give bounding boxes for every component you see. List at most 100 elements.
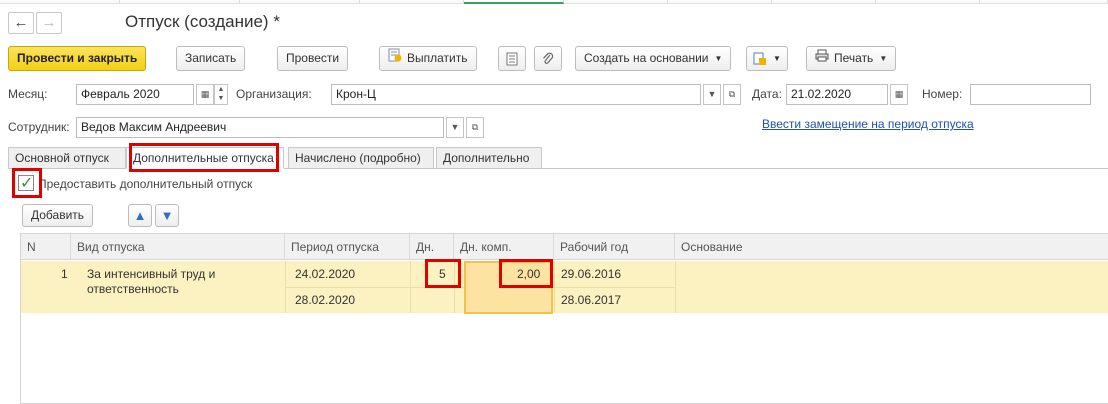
save-button[interactable]: Записать	[176, 46, 246, 71]
post-and-close-label: Провести и закрыть	[17, 51, 138, 65]
move-down-button[interactable]: ▼	[155, 204, 179, 227]
save-label: Записать	[185, 51, 237, 65]
print-button[interactable]: Печать ▼	[806, 46, 897, 71]
add-label: Добавить	[31, 208, 85, 222]
add-button[interactable]: Добавить	[22, 204, 94, 227]
pay-label: Выплатить	[407, 51, 468, 65]
employee-open-button[interactable]: ⧉	[466, 117, 484, 138]
date-calendar-button[interactable]: ▦	[890, 84, 908, 105]
tab-label: Начислено (подробно)	[295, 151, 421, 165]
provide-extra-leave-label: Предоставить дополнительный отпуск	[38, 177, 253, 191]
column-header-period[interactable]: Период отпуска	[285, 234, 410, 260]
employee-dropdown-button[interactable]: ▼	[446, 117, 464, 138]
date-field[interactable]: 21.02.2020	[786, 84, 888, 105]
tab-label: Основной отпуск	[15, 151, 109, 165]
number-label: Номер:	[922, 87, 963, 101]
table-header: N Вид отпуска Период отпуска Дн. Дн. ком…	[21, 234, 1108, 260]
period-end[interactable]: 28.02.2020	[295, 293, 355, 307]
number-field[interactable]	[970, 84, 1091, 105]
column-header-comp-days[interactable]: Дн. комп.	[454, 234, 554, 260]
document-list-button[interactable]	[498, 46, 526, 71]
date-label: Дата:	[752, 87, 782, 101]
work-year-end[interactable]: 28.06.2017	[561, 293, 621, 307]
pay-document-icon	[388, 47, 402, 70]
chevron-down-icon: ▼	[714, 54, 723, 64]
month-label: Месяц:	[8, 87, 48, 101]
tab-main-leave[interactable]: Основной отпуск	[8, 147, 126, 169]
column-header-work-year[interactable]: Рабочий год	[554, 234, 675, 260]
attach-button[interactable]	[534, 46, 562, 71]
organization-dropdown-button[interactable]: ▼	[703, 84, 721, 105]
open-icon: ⧉	[728, 89, 736, 99]
move-up-button[interactable]: ▲	[128, 204, 152, 227]
title-bar: ← → Отпуск (создание) *	[0, 8, 1108, 38]
chevron-down-icon: ▼	[707, 89, 717, 99]
employee-field[interactable]: Ведов Максим Андреевич	[76, 117, 444, 138]
pay-button[interactable]: Выплатить	[379, 46, 477, 71]
column-header-days[interactable]: Дн.	[410, 234, 454, 260]
tab-accrued-details[interactable]: Начислено (подробно)	[288, 147, 434, 169]
work-year-start[interactable]: 29.06.2016	[561, 267, 621, 281]
top-tab-strip	[0, 0, 1108, 4]
employee-label: Сотрудник:	[8, 120, 70, 134]
list-icon	[506, 51, 518, 66]
days-value[interactable]: 5	[439, 267, 446, 281]
checkmark-icon: ✓	[20, 175, 34, 192]
month-field[interactable]: Февраль 2020	[76, 84, 194, 105]
top-tab[interactable]	[240, 0, 360, 4]
tab-label: Дополнительно	[443, 151, 530, 165]
arrow-down-icon: ▼	[160, 208, 174, 223]
cell-divider	[675, 261, 676, 313]
top-tab[interactable]	[980, 0, 1108, 4]
stepper-icon: ▲ ▼	[217, 86, 225, 102]
column-header-basis[interactable]: Основание	[675, 234, 1108, 260]
post-and-close-button[interactable]: Провести и закрыть	[8, 46, 147, 71]
page-title: Отпуск (создание) *	[125, 12, 280, 31]
report-menu-button[interactable]: ▼	[746, 46, 788, 71]
top-tab-active[interactable]	[464, 0, 564, 4]
post-label: Провести	[286, 51, 340, 65]
period-start[interactable]: 24.02.2020	[295, 267, 355, 281]
back-button[interactable]: ←	[8, 12, 34, 34]
tab-additional-leaves[interactable]: Дополнительные отпуска	[126, 147, 284, 169]
chevron-down-icon: ▼	[879, 54, 888, 64]
top-tab[interactable]	[564, 0, 668, 4]
leave-kind-line2[interactable]: ответственность	[87, 282, 179, 296]
chevron-down-icon: ▼	[450, 122, 460, 132]
comp-days-value[interactable]: 2,00	[517, 267, 540, 281]
report-icon	[753, 51, 767, 65]
replacement-link[interactable]: Ввести замещение на период отпуска	[762, 117, 974, 131]
column-header-kind[interactable]: Вид отпуска	[71, 234, 285, 260]
forward-arrow-icon: →	[41, 14, 57, 31]
create-based-on-button[interactable]: Создать на основании ▼	[575, 46, 732, 71]
printer-icon	[815, 47, 829, 70]
provide-extra-leave-checkbox[interactable]: ✓	[18, 175, 34, 192]
top-tab[interactable]	[772, 0, 876, 4]
chevron-down-icon: ▼	[773, 54, 781, 64]
column-header-n[interactable]: N	[21, 234, 71, 260]
tab-additional[interactable]: Дополнительно	[436, 147, 542, 169]
calendar-icon: ▦	[200, 89, 210, 99]
post-button[interactable]: Провести	[277, 46, 349, 71]
calendar-icon: ▦	[894, 89, 904, 99]
forward-button[interactable]: →	[36, 12, 62, 34]
arrow-up-icon: ▲	[133, 208, 147, 223]
organization-open-button[interactable]: ⧉	[723, 84, 741, 105]
calendar-button[interactable]: ▦	[196, 84, 214, 105]
print-label: Печать	[834, 51, 874, 65]
top-tab[interactable]	[668, 0, 772, 4]
open-icon: ⧉	[471, 122, 479, 132]
top-tab[interactable]	[120, 0, 240, 4]
top-tab[interactable]	[876, 0, 980, 4]
paperclip-icon	[542, 51, 554, 65]
row-number: 1	[61, 267, 68, 281]
back-arrow-icon: ←	[13, 14, 29, 31]
create-based-on-label: Создать на основании	[584, 51, 709, 65]
tab-label: Дополнительные отпуска	[133, 151, 274, 165]
top-tab[interactable]	[360, 0, 464, 4]
month-stepper[interactable]: ▲ ▼	[214, 84, 228, 105]
leave-kind-line1[interactable]: За интенсивный труд и	[87, 267, 215, 281]
leave-table: N Вид отпуска Период отпуска Дн. Дн. ком…	[20, 233, 1108, 404]
top-tab[interactable]	[0, 0, 120, 4]
organization-field[interactable]: Крон-Ц	[331, 84, 701, 105]
